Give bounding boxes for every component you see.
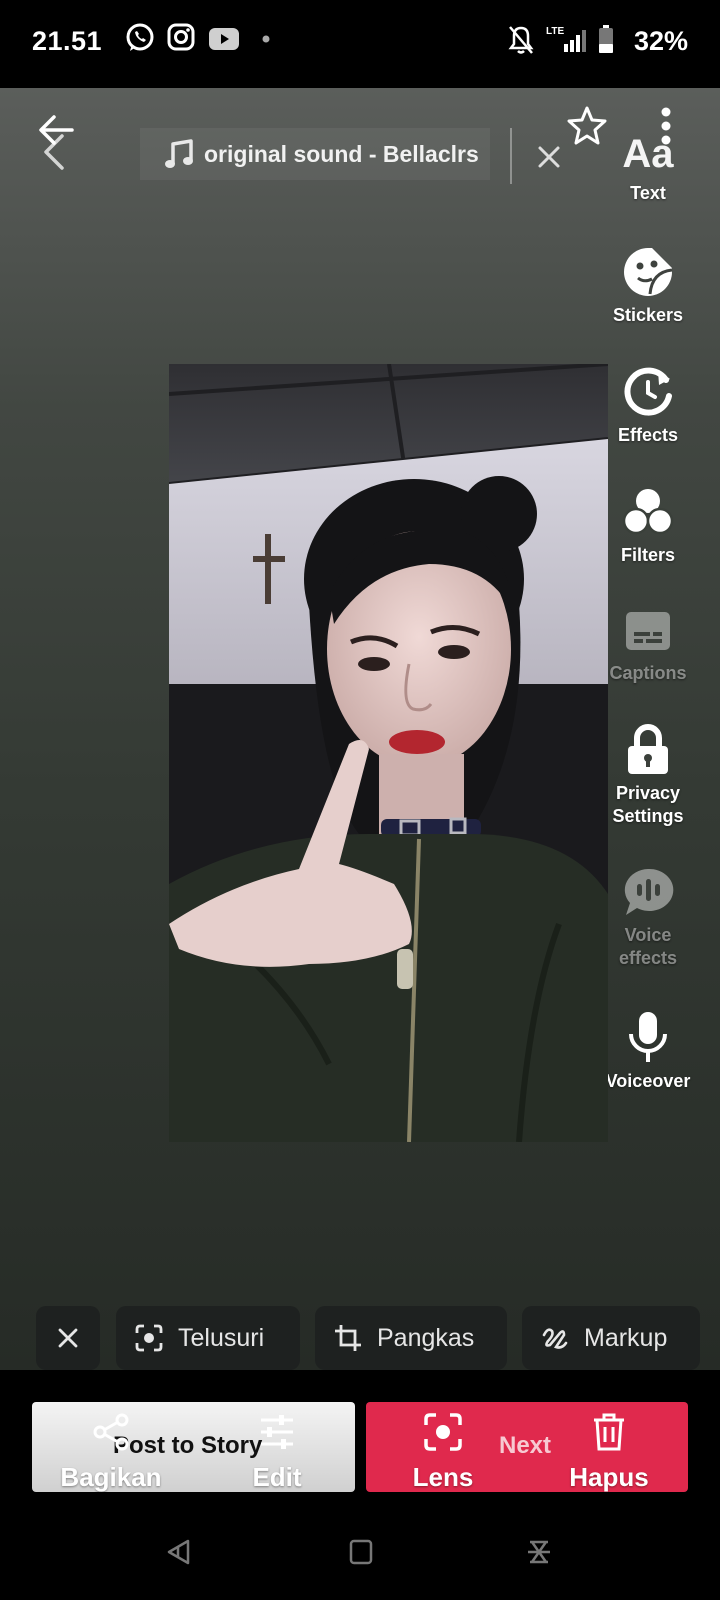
- tool-stickers[interactable]: Stickers: [594, 246, 702, 327]
- share-action[interactable]: Bagikan: [36, 1412, 186, 1493]
- captions-icon: [626, 612, 670, 650]
- trash-icon: [594, 1413, 624, 1451]
- close-icon: [58, 1328, 78, 1348]
- tool-voiceover[interactable]: Voiceover: [594, 1010, 702, 1093]
- lens-action[interactable]: Lens: [368, 1412, 518, 1493]
- edit-action[interactable]: Edit: [202, 1412, 352, 1493]
- signal-icon: [564, 30, 586, 52]
- markup-chip[interactable]: Markup: [522, 1306, 700, 1370]
- battery-percent: 32%: [633, 26, 688, 56]
- instagram-icon: [167, 23, 195, 51]
- status-time: 21.51: [32, 26, 103, 56]
- tool-privacy-label-1: Privacy: [615, 783, 681, 803]
- portrait-photo: [169, 364, 608, 1142]
- chevron-left-icon[interactable]: [40, 132, 68, 172]
- markup-icon: [542, 1328, 568, 1349]
- video-preview[interactable]: [169, 364, 608, 1142]
- tool-captions[interactable]: Captions: [594, 606, 702, 685]
- nav-back-icon[interactable]: [164, 1538, 194, 1566]
- sticker-icon: [624, 248, 673, 296]
- tool-captions-label: Captions: [609, 663, 687, 683]
- add-sound-pill[interactable]: original sound - Bellaclrs: [140, 128, 490, 180]
- text-icon: Aa: [622, 132, 674, 176]
- lock-icon: [628, 724, 668, 774]
- tool-text-label: Text: [630, 183, 666, 203]
- youtube-icon: [209, 28, 239, 50]
- share-icon: [93, 1413, 129, 1451]
- close-sound-icon[interactable]: [536, 144, 562, 170]
- crop-label: Pangkas: [377, 1323, 475, 1352]
- tool-effects[interactable]: Effects: [594, 366, 702, 447]
- tool-voice-effects[interactable]: Voice effects: [594, 866, 702, 970]
- effects-icon: [624, 367, 672, 416]
- lens-search-icon: [135, 1324, 163, 1352]
- mute-icon: [508, 26, 534, 54]
- tool-privacy-settings[interactable]: Privacy Settings: [594, 724, 702, 828]
- whatsapp-icon: [126, 23, 154, 51]
- lens-label: Lens: [412, 1462, 474, 1492]
- nav-recents-icon[interactable]: [524, 1538, 554, 1566]
- dot-icon: [262, 35, 270, 43]
- lens-search-chip[interactable]: Telusuri: [116, 1306, 300, 1370]
- status-bar: 21.51 LTE 32%: [0, 0, 720, 88]
- voice-effects-icon: [624, 868, 674, 915]
- share-label: Bagikan: [60, 1462, 162, 1492]
- lens-search-label: Telusuri: [178, 1323, 265, 1352]
- sound-label: original sound - Bellaclrs: [204, 140, 479, 167]
- microphone-icon: [629, 1012, 667, 1062]
- tool-text[interactable]: Aa Text: [594, 132, 702, 205]
- tool-effects-label: Effects: [617, 425, 679, 445]
- delete-label: Hapus: [569, 1462, 649, 1492]
- delete-action[interactable]: Hapus: [534, 1412, 684, 1493]
- tool-filters[interactable]: Filters: [594, 486, 702, 567]
- lens-icon: [424, 1413, 462, 1451]
- crop-icon: [335, 1325, 361, 1351]
- edit-sliders-icon: [261, 1415, 293, 1449]
- tool-voice-effects-label-1: Voice: [624, 925, 672, 945]
- battery-icon: [599, 25, 613, 53]
- tool-filters-label: Filters: [620, 545, 676, 565]
- tool-stickers-label: Stickers: [612, 305, 684, 325]
- tool-voiceover-label: Voiceover: [605, 1071, 691, 1091]
- filters-icon: [622, 489, 674, 535]
- edit-label: Edit: [252, 1462, 302, 1492]
- divider: [510, 128, 512, 184]
- music-note-icon: [165, 139, 193, 168]
- tool-voice-effects-label-2: effects: [618, 948, 678, 968]
- markup-label: Markup: [584, 1323, 668, 1352]
- video-editor: original sound - Bellaclrs Aa Text Stick…: [0, 88, 720, 1370]
- close-lens-chip[interactable]: [36, 1306, 100, 1370]
- nav-home-icon[interactable]: [348, 1538, 374, 1566]
- tool-privacy-label-2: Settings: [612, 806, 684, 826]
- crop-chip[interactable]: Pangkas: [315, 1306, 507, 1370]
